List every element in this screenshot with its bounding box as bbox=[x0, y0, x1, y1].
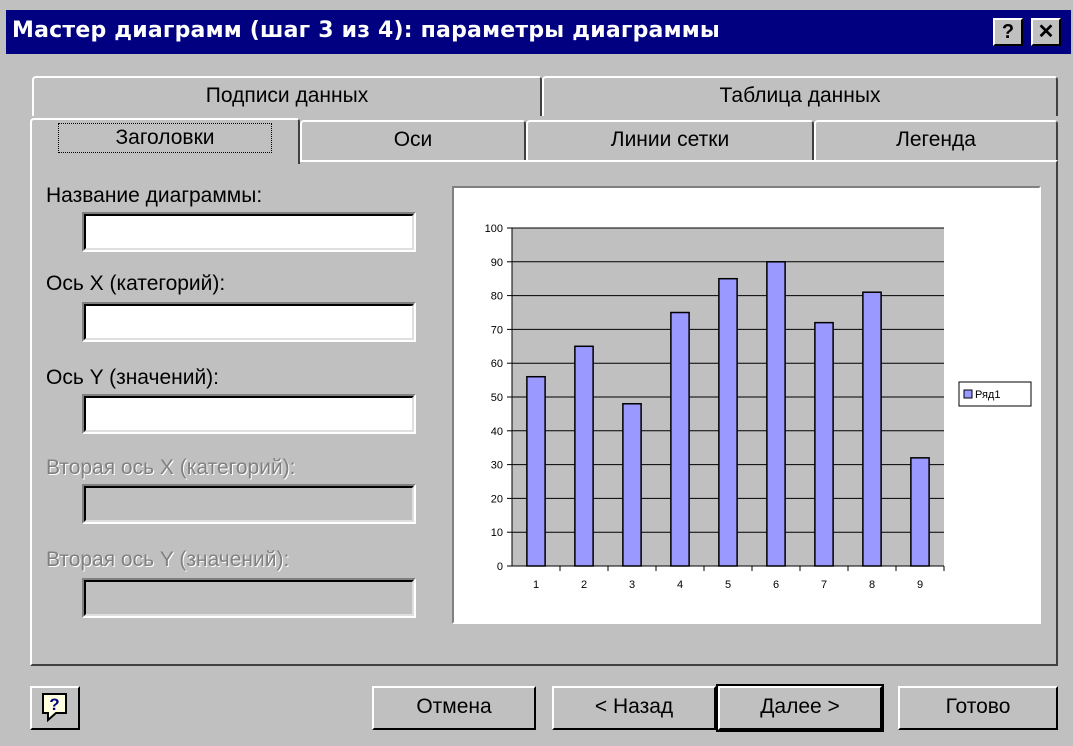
x-tick-label: 5 bbox=[725, 579, 731, 591]
window-title: Мастер диаграмм (шаг 3 из 4): параметры … bbox=[12, 18, 721, 43]
y-tick-label: 40 bbox=[491, 426, 503, 438]
bar bbox=[910, 457, 930, 567]
tab-axes[interactable]: Оси bbox=[300, 120, 526, 160]
title-help-button[interactable]: ? bbox=[993, 18, 1023, 46]
y-tick-label: 90 bbox=[491, 257, 503, 269]
chart-wizard-dialog: Мастер диаграмм (шаг 3 из 4): параметры … bbox=[0, 0, 1073, 746]
bar bbox=[718, 277, 738, 567]
x-tick-label: 2 bbox=[581, 579, 587, 591]
y-tick-label: 20 bbox=[491, 493, 503, 505]
y-tick-label: 70 bbox=[491, 324, 503, 336]
tab-axes-label: Оси bbox=[393, 128, 433, 151]
title-bar[interactable]: Мастер диаграмм (шаг 3 из 4): параметры … bbox=[6, 10, 1071, 54]
back-button[interactable]: < Назад bbox=[552, 686, 716, 730]
y-tick-label: 30 bbox=[491, 460, 503, 472]
bar bbox=[862, 291, 882, 567]
tab-data-table[interactable]: Таблица данных bbox=[542, 76, 1058, 116]
legend-swatch bbox=[963, 389, 973, 399]
tab-gridlines-label: Линии сетки bbox=[610, 128, 730, 151]
tab-gridlines[interactable]: Линии сетки bbox=[526, 120, 814, 160]
tab-legend-label: Легенда bbox=[896, 128, 976, 151]
x-axis-label: Ось X (категорий): bbox=[46, 272, 226, 295]
x-tick-label: 9 bbox=[917, 579, 923, 591]
chart-svg: 0 10 20 30 40 50 60 70 80 90 100 1 2 3 4 5 6 7 8 9 Ряд1 bbox=[485, 223, 1032, 591]
y-tick-label: 80 bbox=[491, 291, 503, 303]
y-tick-label: 60 bbox=[491, 358, 503, 370]
chart-preview: 0 10 20 30 40 50 60 70 80 90 100 1 2 3 4 5 6 7 8 9 Ряд1 bbox=[452, 186, 1041, 624]
bar bbox=[622, 403, 642, 567]
tab-data-labels[interactable]: Подписи данных bbox=[32, 76, 542, 116]
x-tick-label: 7 bbox=[821, 579, 827, 591]
x-tick-label: 1 bbox=[533, 579, 539, 591]
secondary-x-axis-input bbox=[82, 484, 416, 524]
legend-label: Ряд1 bbox=[975, 389, 1000, 401]
help-question-icon: ? bbox=[42, 693, 67, 723]
secondary-x-axis-label: Вторая ось X (категорий): bbox=[46, 456, 296, 479]
chart-title-label: Название диаграммы: bbox=[46, 184, 263, 207]
x-tick-label: 6 bbox=[773, 579, 779, 591]
tab-titles[interactable]: Заголовки bbox=[30, 118, 300, 164]
y-axis-label: Ось Y (значений): bbox=[46, 366, 220, 389]
y-tick-label: 50 bbox=[491, 392, 503, 404]
svg-text:?: ? bbox=[49, 695, 59, 714]
tab-data-labels-label: Подписи данных bbox=[205, 84, 369, 107]
bar bbox=[766, 261, 786, 567]
tab-legend[interactable]: Легенда bbox=[814, 120, 1058, 160]
bar bbox=[574, 345, 594, 567]
secondary-y-axis-label: Вторая ось Y (значений): bbox=[46, 548, 290, 571]
x-tick-label: 3 bbox=[629, 579, 635, 591]
chart-title-input[interactable] bbox=[82, 212, 416, 252]
x-tick-label: 4 bbox=[677, 579, 683, 591]
y-tick-label: 0 bbox=[497, 561, 503, 573]
y-axis-input[interactable] bbox=[82, 394, 416, 434]
next-button[interactable]: Далее > bbox=[716, 684, 884, 732]
bar bbox=[526, 375, 546, 567]
tab-data-table-label: Таблица данных bbox=[719, 84, 881, 107]
close-icon[interactable]: ✕ bbox=[1031, 18, 1061, 46]
bar bbox=[670, 311, 690, 567]
finish-button[interactable]: Готово bbox=[898, 686, 1058, 730]
secondary-y-axis-input bbox=[82, 578, 416, 618]
y-tick-label: 10 bbox=[491, 527, 503, 539]
x-tick-label: 8 bbox=[869, 579, 875, 591]
back-button-label: < Назад bbox=[594, 695, 674, 718]
help-button[interactable]: ? bbox=[30, 686, 80, 730]
tab-titles-label: Заголовки bbox=[58, 123, 272, 153]
cancel-button[interactable]: Отмена bbox=[372, 686, 536, 730]
bar bbox=[814, 321, 834, 567]
y-tick-label: 100 bbox=[485, 223, 503, 235]
x-axis-input[interactable] bbox=[82, 302, 416, 342]
